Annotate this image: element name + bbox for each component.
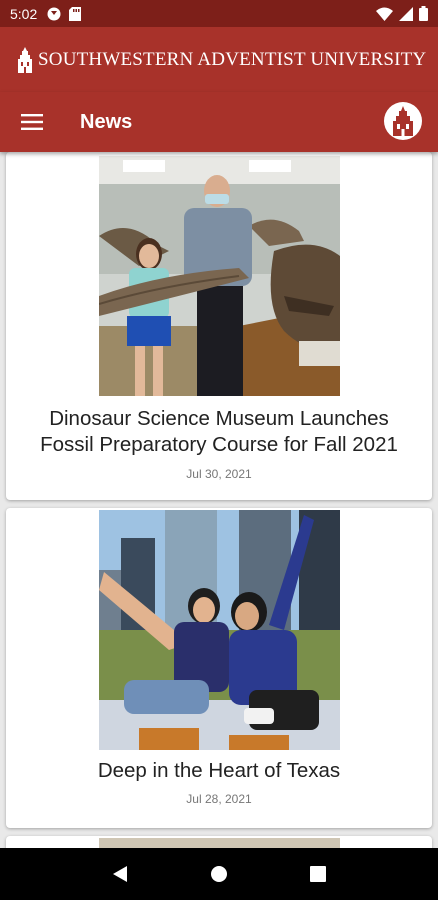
news-card[interactable]: Deep in the Heart of Texas Jul 28, 2021 [6, 508, 432, 828]
dinosaur-fossil-photo [99, 156, 340, 396]
news-card[interactable]: Dinosaur Science Museum Launches Fossil … [6, 152, 432, 500]
article-date: Jul 28, 2021 [186, 792, 252, 806]
system-navigation-bar [0, 848, 438, 900]
page-title: News [80, 110, 133, 133]
status-bar: 5:02 [0, 0, 438, 27]
article-headline-line1: Deep in the Heart of Texas [97, 759, 341, 782]
signal-icon [399, 6, 413, 21]
back-icon [112, 866, 127, 882]
notification-icon [47, 7, 61, 20]
battery-icon [419, 6, 428, 21]
university-tower-icon [18, 46, 32, 73]
home-icon [210, 866, 227, 882]
sd-card-icon [69, 6, 82, 21]
wifi-icon [376, 7, 393, 21]
recents-button[interactable] [298, 854, 338, 894]
hamburger-menu-icon [21, 114, 43, 130]
university-seal-icon [393, 106, 413, 136]
home-button[interactable] [199, 854, 239, 894]
article-headline-line2: Fossil Preparatory Course for Fall 2021 [40, 433, 398, 456]
news-feed[interactable]: Dinosaur Science Museum Launches Fossil … [0, 152, 438, 848]
app-bar: News [0, 92, 438, 152]
status-time: 5:02 [10, 5, 38, 22]
brand-header: SOUTHWESTERN ADVENTIST UNIVERSITY [0, 27, 438, 92]
article-headline-line1: Dinosaur Science Museum Launches [49, 407, 389, 430]
article-photo [99, 838, 340, 848]
students-picnic-photo [99, 510, 340, 750]
article-date: Jul 30, 2021 [186, 467, 252, 481]
recents-icon [310, 866, 327, 882]
article-headline[interactable]: Deep in the Heart of Texas [6, 758, 432, 784]
brand-name: SOUTHWESTERN ADVENTIST UNIVERSITY [38, 48, 427, 70]
article-headline[interactable]: Dinosaur Science Museum Launches Fossil … [6, 406, 432, 458]
menu-button[interactable] [0, 92, 64, 152]
university-logo-button[interactable] [384, 102, 422, 140]
back-button[interactable] [100, 854, 140, 894]
news-card[interactable] [6, 836, 432, 848]
